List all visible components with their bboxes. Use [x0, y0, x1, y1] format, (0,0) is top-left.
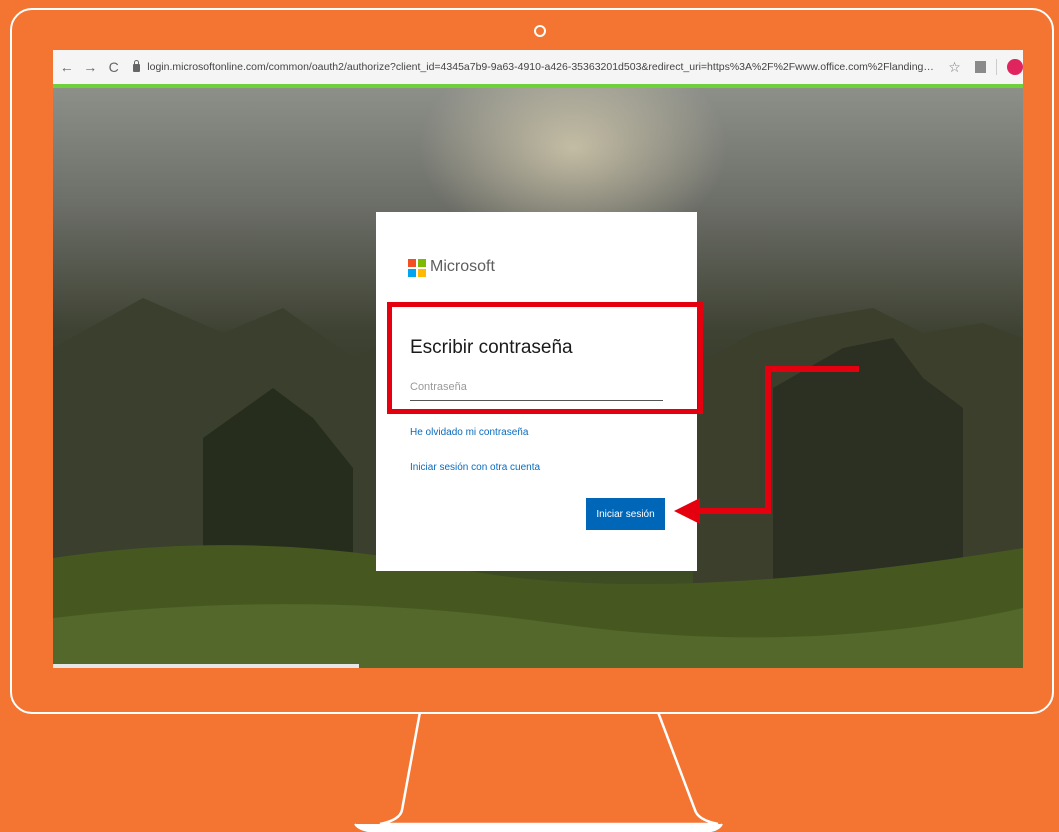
annotation-arrow-icon [674, 366, 859, 524]
